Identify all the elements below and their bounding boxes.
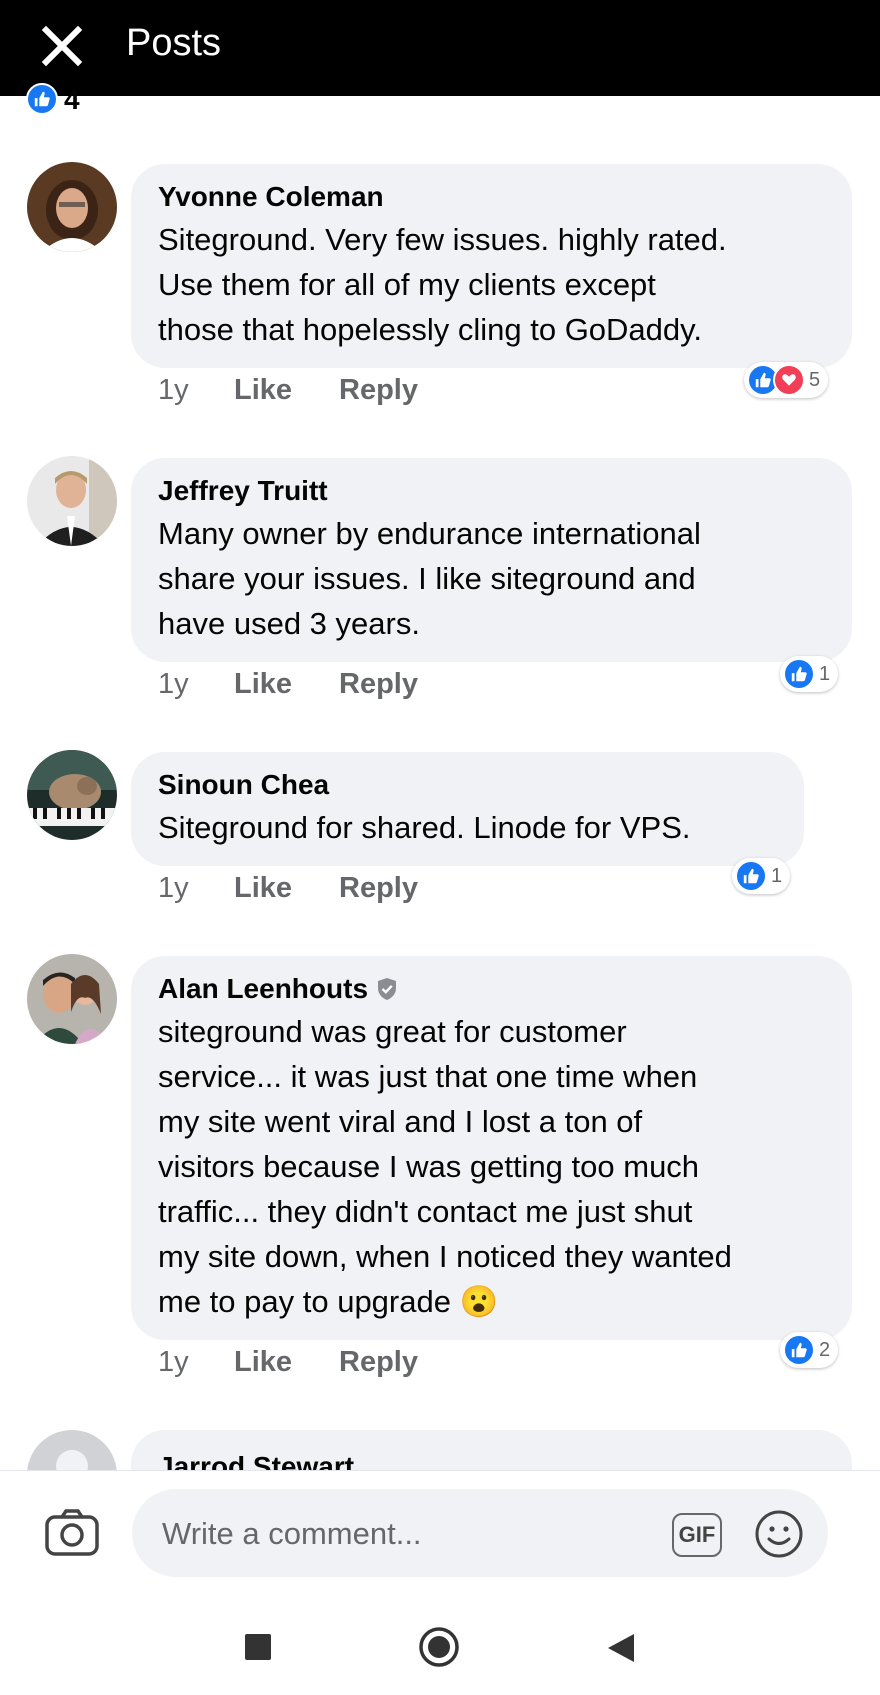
avatar[interactable] bbox=[27, 162, 117, 252]
comment-bubble: Yvonne Coleman Siteground. Very few issu… bbox=[131, 164, 852, 368]
reaction-count: 5 bbox=[809, 368, 821, 391]
comment-author[interactable]: Jeffrey Truitt bbox=[158, 474, 826, 508]
comment-time[interactable]: 1y bbox=[158, 668, 234, 701]
comment-actions: 1y Like Reply bbox=[158, 1346, 418, 1379]
comment-composer: GIF bbox=[0, 1470, 880, 1591]
like-icon bbox=[26, 83, 58, 115]
like-button[interactable]: Like bbox=[234, 374, 339, 407]
comment-author[interactable]: Alan Leenhouts bbox=[158, 972, 826, 1006]
reaction-summary[interactable]: 2 bbox=[780, 1332, 839, 1368]
comment-bubble: Sinoun Chea Siteground for shared. Linod… bbox=[131, 752, 804, 866]
comment-bubble: Alan Leenhouts siteground was great for … bbox=[131, 956, 852, 1340]
recent-apps-icon[interactable] bbox=[245, 1634, 271, 1660]
surprised-emoji-icon: 😮 bbox=[459, 1284, 499, 1319]
reaction-count: 2 bbox=[819, 1338, 831, 1361]
reaction-count: 1 bbox=[771, 864, 783, 887]
reply-button[interactable]: Reply bbox=[339, 374, 418, 407]
avatar[interactable] bbox=[27, 954, 117, 1044]
reply-button[interactable]: Reply bbox=[339, 872, 418, 905]
emoji-icon[interactable] bbox=[754, 1509, 804, 1559]
avatar[interactable] bbox=[27, 456, 117, 546]
comment-text: Siteground for shared. Linode for VPS. bbox=[158, 810, 691, 845]
gif-button[interactable]: GIF bbox=[672, 1513, 722, 1557]
comment-input[interactable] bbox=[160, 1489, 664, 1579]
comment-bubble: Jarrod Stewart bbox=[131, 1430, 852, 1470]
love-icon bbox=[773, 364, 805, 396]
post-reaction-count: 4 bbox=[64, 84, 80, 115]
close-icon[interactable] bbox=[40, 24, 84, 68]
reply-button[interactable]: Reply bbox=[339, 668, 418, 701]
like-button[interactable]: Like bbox=[234, 668, 339, 701]
comment-time[interactable]: 1y bbox=[158, 1346, 234, 1379]
comment: Jarrod Stewart bbox=[0, 1430, 880, 1470]
reaction-summary[interactable]: 1 bbox=[780, 656, 839, 692]
comment-actions: 1y Like Reply bbox=[158, 668, 418, 701]
comment-text-body: siteground was great for customer servic… bbox=[158, 1014, 732, 1319]
comment-text: Many owner by endurance international sh… bbox=[158, 516, 701, 641]
back-icon[interactable] bbox=[606, 1632, 636, 1664]
comment-time[interactable]: 1y bbox=[158, 374, 234, 407]
like-icon bbox=[783, 658, 815, 690]
page-title: Posts bbox=[126, 22, 222, 64]
comment-text: Siteground. Very few issues. highly rate… bbox=[158, 222, 727, 347]
post-reactions[interactable]: 4 bbox=[26, 83, 80, 116]
avatar[interactable] bbox=[27, 1430, 117, 1470]
comment-author[interactable]: Sinoun Chea bbox=[158, 768, 778, 802]
camera-icon[interactable] bbox=[44, 1509, 100, 1557]
like-icon bbox=[735, 860, 767, 892]
like-button[interactable]: Like bbox=[234, 872, 339, 905]
home-icon[interactable] bbox=[418, 1626, 460, 1668]
reaction-summary[interactable]: 1 bbox=[732, 858, 791, 894]
avatar[interactable] bbox=[27, 750, 117, 840]
comment-actions: 1y Like Reply bbox=[158, 374, 418, 407]
reaction-count: 1 bbox=[819, 662, 831, 685]
like-icon bbox=[783, 1334, 815, 1366]
comment-bubble: Jeffrey Truitt Many owner by endurance i… bbox=[131, 458, 852, 662]
system-nav-bar bbox=[0, 1590, 880, 1695]
top-bar: Posts bbox=[0, 0, 880, 96]
verified-badge-icon bbox=[378, 978, 397, 1000]
comment-actions: 1y Like Reply bbox=[158, 872, 418, 905]
reaction-summary[interactable]: 5 bbox=[744, 362, 829, 398]
comment-author[interactable]: Jarrod Stewart bbox=[158, 1450, 826, 1470]
comment-author[interactable]: Yvonne Coleman bbox=[158, 180, 826, 214]
comment-time[interactable]: 1y bbox=[158, 872, 234, 905]
comment-input-box: GIF bbox=[132, 1489, 828, 1579]
reply-button[interactable]: Reply bbox=[339, 1346, 418, 1379]
like-button[interactable]: Like bbox=[234, 1346, 339, 1379]
comment-author-name: Alan Leenhouts bbox=[158, 973, 369, 1004]
comment-text: siteground was great for customer servic… bbox=[158, 1009, 826, 1324]
